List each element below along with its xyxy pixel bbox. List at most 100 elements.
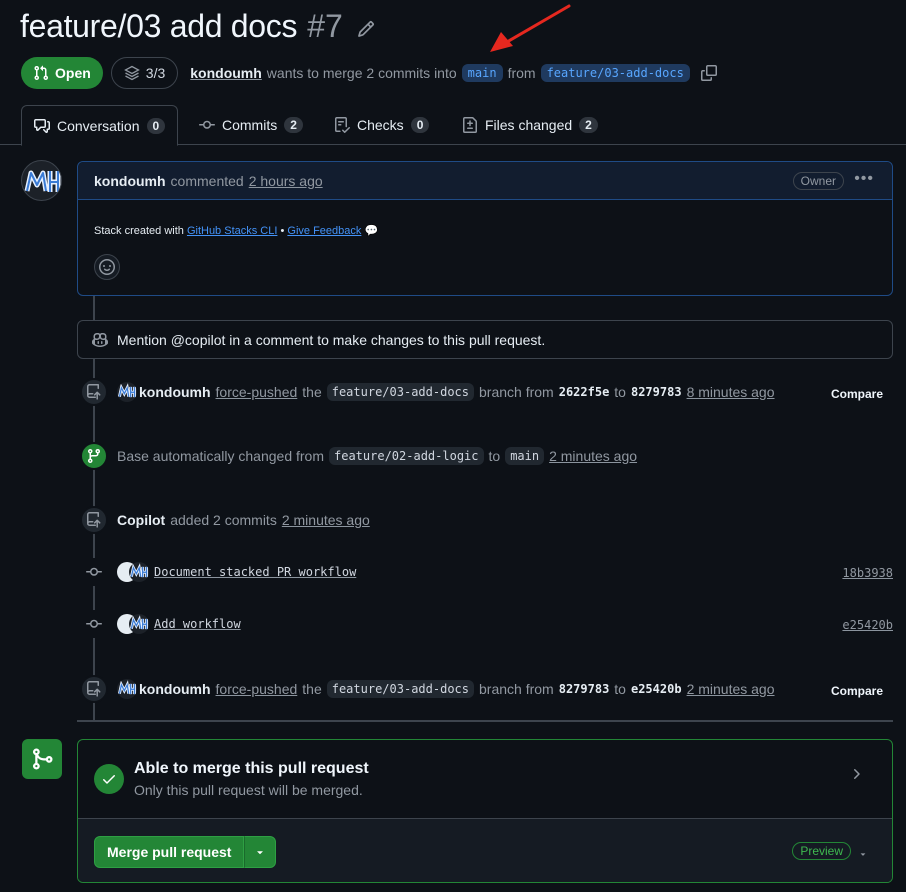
commit-icon (86, 619, 102, 628)
timeline-divider (77, 720, 893, 722)
compare-button[interactable]: Compare (831, 684, 883, 698)
commit-content: Document stacked PR workflow (117, 562, 356, 582)
check-circle-icon (94, 764, 124, 794)
author-avatar[interactable] (21, 160, 62, 201)
force-push-content: kondoumh force-pushed the feature/03-add… (117, 382, 775, 402)
comment-time[interactable]: 2 hours ago (249, 173, 323, 189)
stacks-cli-link[interactable]: GitHub Stacks CLI (187, 225, 277, 237)
force-pushed-link[interactable]: force-pushed (216, 384, 298, 400)
repo-push-badge (80, 506, 108, 534)
commit-message-link[interactable]: Add workflow (154, 617, 241, 631)
merge-box: Able to merge this pull request Only thi… (77, 739, 893, 883)
pr-tabs: Conversation 0 Commits 2 Checks 0 Files … (0, 105, 906, 146)
state-label: Open (55, 65, 91, 81)
author-link[interactable]: kondoumh (190, 65, 262, 81)
timeline-base-changed: Base automatically changed from feature/… (80, 442, 637, 470)
avatar[interactable] (117, 382, 137, 402)
push-user[interactable]: kondoumh (139, 681, 211, 697)
smiley-icon (99, 259, 115, 275)
commit-row: Add workflow (80, 610, 241, 638)
comment-text: Stack created with (94, 225, 184, 237)
commits-added-content: Copilot added 2 commits 2 minutes ago (117, 512, 370, 528)
copilot-user[interactable]: Copilot (117, 512, 165, 528)
merge-status-icon (22, 739, 62, 779)
to-text: to (614, 384, 626, 400)
stack-badge[interactable]: 3/3 (110, 57, 179, 89)
base-branch[interactable]: main (461, 64, 503, 82)
tab-counter: 2 (579, 117, 598, 133)
old-base-chip[interactable]: feature/02-add-logic (329, 447, 484, 465)
commit-dot (80, 558, 108, 586)
comment-body: Stack created with GitHub Stacks CLI • G… (78, 200, 892, 237)
chevron-right-icon[interactable] (848, 766, 864, 782)
tab-counter: 0 (410, 117, 430, 133)
commit-content: Add workflow (117, 614, 241, 634)
triangle-down-icon[interactable] (858, 849, 868, 859)
repo-push-badge (80, 675, 108, 703)
from-sha[interactable]: 8279783 (559, 682, 610, 696)
head-branch[interactable]: feature/03-add-docs (540, 64, 690, 82)
annotation-arrow (490, 4, 571, 52)
branch-from-text: branch from (479, 384, 554, 400)
repo-push-icon (87, 384, 101, 400)
branch-from-text: branch from (479, 681, 554, 697)
avatar[interactable] (129, 562, 149, 582)
push-time[interactable]: 2 minutes ago (687, 681, 775, 697)
commit-sha-link[interactable]: 18b3938 (842, 566, 893, 580)
tab-files-changed[interactable]: Files changed 2 (450, 105, 610, 145)
tab-counter: 0 (146, 117, 166, 134)
merge-pull-request-button[interactable]: Merge pull request (94, 836, 245, 868)
comment-author[interactable]: kondoumh (94, 173, 166, 189)
branch-chip[interactable]: feature/03-add-docs (326, 680, 475, 698)
tab-checks[interactable]: Checks 0 (322, 105, 441, 145)
push-time[interactable]: 8 minutes ago (687, 384, 775, 400)
push-user[interactable]: kondoumh (139, 384, 211, 400)
merge-summary: kondoumh wants to merge 2 commits into m… (190, 64, 717, 82)
check-icon (103, 775, 115, 784)
branch-chip[interactable]: feature/03-add-docs (326, 383, 475, 401)
stack-icon (123, 65, 140, 81)
commit-message-link[interactable]: Document stacked PR workflow (154, 565, 356, 579)
to-sha[interactable]: e25420b (631, 682, 682, 696)
compare-button[interactable]: Compare (831, 387, 883, 401)
commit-icon (199, 120, 215, 129)
repo-push-icon (87, 681, 101, 697)
triangle-down-icon (257, 851, 264, 855)
added-time[interactable]: 2 minutes ago (282, 512, 370, 528)
base-changed-badge (80, 442, 108, 470)
merge-method-dropdown[interactable] (244, 836, 277, 868)
stack-progress: 3/3 (145, 65, 166, 81)
feedback-link[interactable]: Give Feedback (287, 225, 361, 237)
pencil-icon[interactable] (357, 20, 375, 38)
base-changed-text: Base automatically changed from (117, 448, 324, 464)
commit-row: Document stacked PR workflow (80, 558, 356, 586)
merge-status[interactable]: Able to merge this pull request Only thi… (78, 740, 892, 818)
merge-actions: Merge pull request Preview (78, 818, 892, 882)
copy-icon[interactable] (700, 65, 717, 81)
tab-commits[interactable]: Commits 2 (187, 105, 315, 145)
kebab-menu-icon[interactable]: ••• (854, 170, 874, 188)
new-base-chip[interactable]: main (505, 447, 545, 465)
copilot-icon (92, 332, 108, 347)
force-pushed-link[interactable]: force-pushed (216, 681, 298, 697)
comment-action: commented (170, 172, 244, 189)
tab-label: Files changed (485, 117, 573, 133)
separator: • (280, 225, 285, 237)
commit-dot (80, 610, 108, 638)
the-text: the (302, 681, 322, 697)
tab-conversation[interactable]: Conversation 0 (21, 105, 179, 146)
comment-discussion-icon (34, 118, 50, 133)
tab-counter: 2 (284, 117, 303, 133)
avatar[interactable] (117, 679, 137, 699)
pr-meta-row: Open 3/3 kondoumh wants to merge 2 commi… (21, 57, 717, 89)
pr-title-row: feature/03 add docs #7 (20, 8, 375, 45)
to-sha[interactable]: 8279783 (631, 385, 682, 399)
add-reaction-button[interactable] (94, 254, 120, 280)
repo-push-icon (87, 512, 101, 528)
commit-sha-link[interactable]: e25420b (842, 618, 893, 632)
from-sha[interactable]: 2622f5e (559, 385, 610, 399)
timeline-commits-added: Copilot added 2 commits 2 minutes ago (80, 506, 370, 534)
tab-label: Checks (357, 117, 404, 133)
avatar[interactable] (129, 614, 149, 634)
base-changed-time[interactable]: 2 minutes ago (549, 448, 637, 464)
